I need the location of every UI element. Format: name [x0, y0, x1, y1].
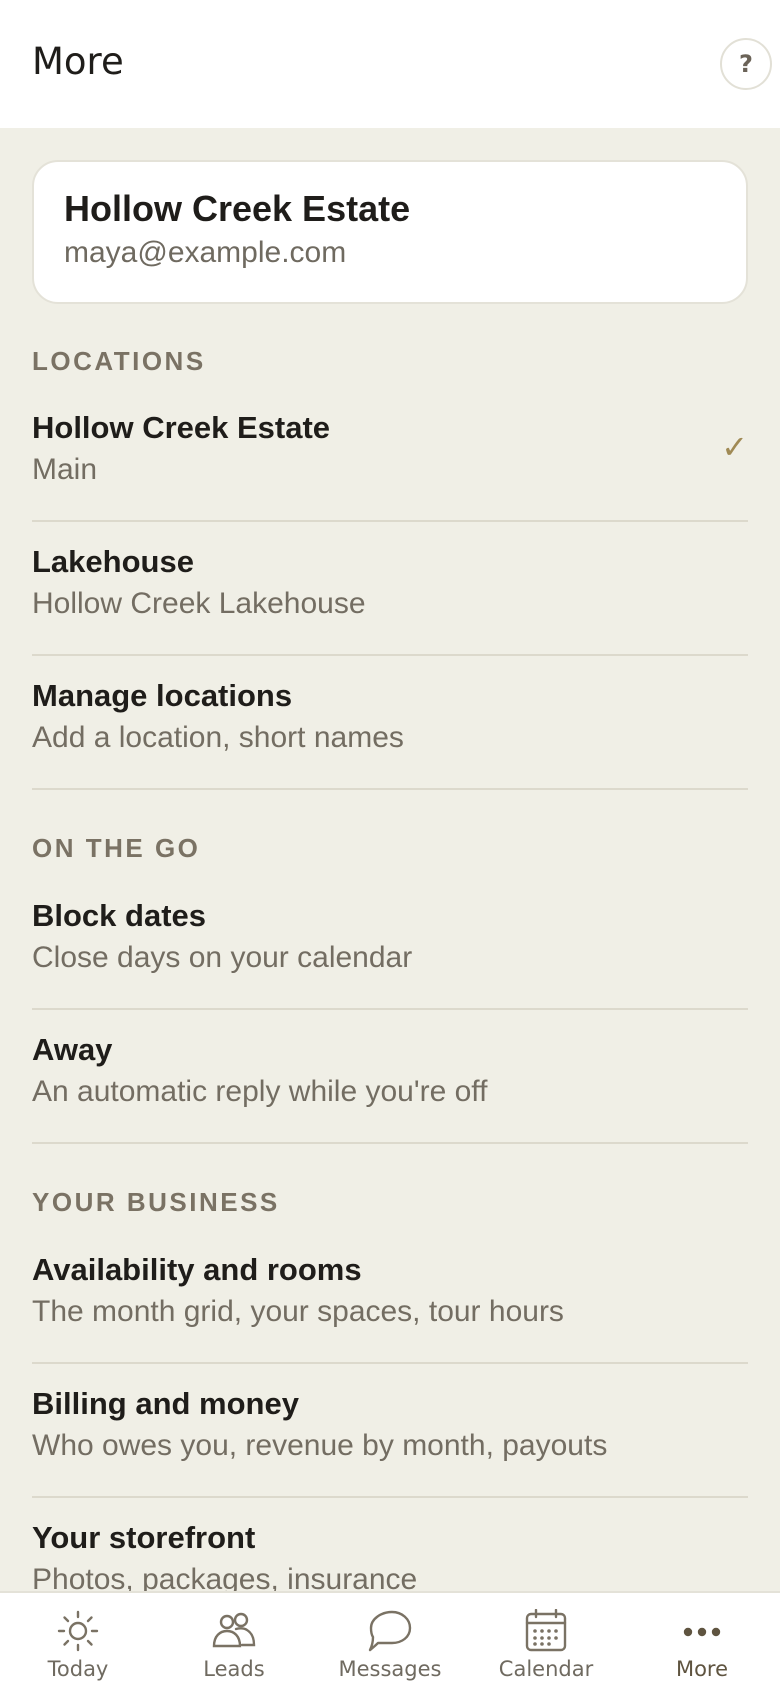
- section-label-locations: LOCATIONS: [32, 346, 206, 376]
- row-title: Hollow Creek Estate: [32, 410, 331, 445]
- tab-label: More: [675, 1657, 729, 1681]
- row-subtitle: Add a location, short names: [32, 721, 404, 754]
- tab-today[interactable]: Today: [0, 1593, 156, 1688]
- row-title: Your storefront: [32, 1520, 256, 1555]
- row-title: Away: [32, 1032, 113, 1067]
- row-subtitle: An automatic reply while you're off: [32, 1075, 488, 1108]
- row-title: Block dates: [32, 898, 207, 933]
- tab-messages[interactable]: Messages: [312, 1593, 468, 1688]
- tab-leads[interactable]: Leads: [156, 1593, 312, 1688]
- page-title: More: [32, 40, 124, 83]
- manage-locations-item[interactable]: Manage locations Add a location, short n…: [32, 656, 748, 790]
- account-name: Hollow Creek Estate: [64, 188, 411, 229]
- tab-label: Messages: [338, 1657, 442, 1681]
- checkmark-icon: ✓: [721, 428, 748, 466]
- tab-label: Today: [47, 1657, 109, 1681]
- people-icon: [212, 1612, 256, 1648]
- tab-calendar[interactable]: Calendar: [468, 1593, 624, 1688]
- tab-more[interactable]: More: [624, 1593, 780, 1688]
- location-item-lakehouse[interactable]: Lakehouse Hollow Creek Lakehouse: [32, 522, 748, 656]
- account-email: maya@example.com: [64, 236, 347, 269]
- account-card[interactable]: Hollow Creek Estate maya@example.com: [32, 160, 748, 304]
- tab-label: Leads: [203, 1657, 265, 1681]
- block-dates-item[interactable]: Block dates Close days on your calendar: [32, 876, 748, 1010]
- away-item[interactable]: Away An automatic reply while you're off: [32, 1010, 748, 1144]
- row-subtitle: The month grid, your spaces, tour hours: [32, 1295, 564, 1328]
- more-dots-icon: [683, 1627, 721, 1637]
- row-subtitle: Hollow Creek Lakehouse: [32, 587, 366, 620]
- tab-label: Calendar: [498, 1657, 594, 1681]
- location-item-hollow-creek-estate[interactable]: Hollow Creek Estate Main ✓: [32, 388, 748, 522]
- top-header: More ?: [0, 0, 780, 128]
- row-title: Availability and rooms: [32, 1252, 362, 1287]
- help-button[interactable]: ?: [720, 38, 772, 90]
- sun-icon: [57, 1610, 99, 1652]
- row-title: Lakehouse: [32, 544, 194, 579]
- row-subtitle: Close days on your calendar: [32, 941, 413, 974]
- row-title: Manage locations: [32, 678, 293, 713]
- row-title: Billing and money: [32, 1386, 299, 1421]
- row-subtitle: Who owes you, revenue by month, payouts: [32, 1429, 608, 1462]
- section-label-your-business: YOUR BUSINESS: [32, 1187, 280, 1217]
- chat-bubble-icon: [368, 1610, 412, 1652]
- calendar-icon: [525, 1609, 567, 1652]
- section-label-on-the-go: ON THE GO: [32, 833, 201, 863]
- availability-and-rooms-item[interactable]: Availability and rooms The month grid, y…: [32, 1230, 748, 1364]
- bottom-tab-bar: Today Leads Messages Calendar More: [0, 1591, 780, 1688]
- row-subtitle: Main: [32, 453, 98, 486]
- billing-and-money-item[interactable]: Billing and money Who owes you, revenue …: [32, 1364, 748, 1498]
